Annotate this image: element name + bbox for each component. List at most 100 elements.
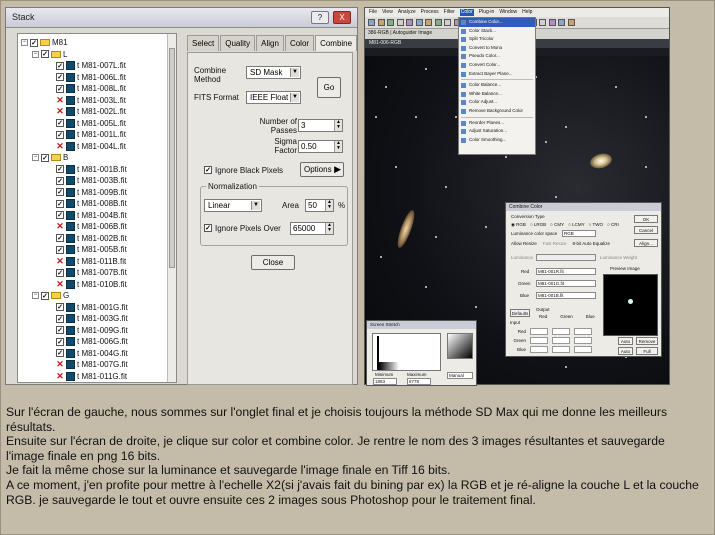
luminance-select[interactable]	[536, 254, 596, 261]
area-input[interactable]: 50 ▲ ▼	[305, 199, 334, 212]
red-file-select[interactable]: M81-001R.fit	[536, 268, 596, 275]
matrix-cell-input[interactable]	[530, 346, 548, 353]
tree-node[interactable]: ✓ t M81-009B.fit	[56, 187, 127, 198]
menu-help[interactable]: Help	[522, 9, 532, 16]
matrix-cell-input[interactable]	[552, 346, 570, 353]
menu-filter[interactable]: Filter	[444, 9, 455, 16]
full-screen-button[interactable]: Full Screen	[636, 347, 658, 361]
max-value-input[interactable]: 6778	[407, 378, 431, 385]
tree-node[interactable]: ✓ t M81-001L.fit	[56, 129, 126, 140]
color-menu-item[interactable]: Color Balance...	[459, 81, 535, 90]
stretch-mode-select[interactable]: Manual	[447, 372, 473, 379]
remove-button[interactable]: Remove	[636, 337, 658, 345]
matrix-cell-input[interactable]	[530, 337, 548, 344]
tree-scrollbar[interactable]	[167, 34, 176, 382]
close-window-button[interactable]: X	[333, 11, 351, 24]
menu-process[interactable]: Process	[421, 9, 439, 16]
green-file-select[interactable]: M81-001G.fit	[536, 280, 596, 287]
spinner-icon[interactable]: ▲ ▼	[325, 200, 333, 211]
toolbar-button-icon[interactable]	[444, 19, 451, 26]
expand-icon[interactable]: −	[21, 39, 28, 46]
tree-node[interactable]: − ✓ L	[32, 49, 67, 60]
expand-icon[interactable]: −	[32, 50, 39, 58]
tree-node[interactable]: ✓ t M81-007L.fit	[56, 60, 126, 71]
toolbar-button-icon[interactable]	[425, 19, 432, 26]
tree-node[interactable]: ✕ t M81-004L.fit	[56, 141, 126, 152]
color-menu-item[interactable]: Reorder Planes...	[459, 119, 535, 128]
tree-node[interactable]: ✓ t M81-004G.fit	[56, 348, 128, 359]
options-button[interactable]: Options ▶	[300, 162, 344, 177]
group-checkbox[interactable]: ✓	[41, 153, 49, 162]
tab-select[interactable]: Select	[187, 35, 220, 51]
tree-node[interactable]: ✓ t M81-001G.fit	[56, 302, 128, 313]
file-checkbox[interactable]: ✓	[56, 165, 64, 173]
color-menu-item[interactable]: Split Tricolor	[459, 35, 535, 44]
file-checkbox[interactable]: ✓	[56, 61, 64, 70]
conversion-type-lcmy[interactable]: ○ LCMY	[568, 222, 584, 228]
menu-analyze[interactable]: Analyze	[398, 9, 416, 16]
file-checkbox[interactable]: ✓	[56, 199, 64, 208]
color-menu-item[interactable]: Convert to Mono	[459, 44, 535, 53]
file-checkbox[interactable]: ✓	[56, 119, 64, 127]
toolbar-button-icon[interactable]	[368, 19, 375, 26]
expand-icon[interactable]: −	[32, 154, 39, 161]
color-menu-item[interactable]: Color Stack...	[459, 27, 535, 36]
tab-combine[interactable]: Combine	[315, 35, 358, 51]
defaults-button[interactable]: Defaults	[510, 309, 530, 317]
fits-format-select[interactable]: IEEE Float ▼	[246, 91, 301, 104]
auto-button[interactable]: Auto	[618, 337, 633, 345]
file-checkbox[interactable]: ✓	[56, 303, 64, 311]
file-checkbox[interactable]: ✓	[56, 176, 64, 185]
tree-node[interactable]: ✓ t M81-005B.fit	[56, 244, 127, 255]
spinner-icon[interactable]: ▲ ▼	[334, 141, 342, 152]
tree-node[interactable]: ✓ t M81-008B.fit	[56, 198, 127, 209]
conversion-type-cmy[interactable]: ○ CMY	[550, 222, 564, 228]
rejected-icon[interactable]: ✕	[56, 359, 64, 370]
tab-color[interactable]: Color	[284, 35, 315, 51]
toolbar-button-icon[interactable]	[548, 19, 556, 26]
tree-node[interactable]: ✓ t M81-007B.fit	[56, 267, 127, 278]
conversion-type-rgb[interactable]: ◉ RGB	[511, 222, 526, 228]
ignore-over-input[interactable]: 65000 ▲ ▼	[290, 222, 334, 235]
align-button[interactable]: Align...	[634, 239, 658, 247]
file-checkbox[interactable]: ✓	[56, 84, 64, 93]
toolbar-button-icon[interactable]	[396, 19, 404, 26]
toolbar-button-icon[interactable]	[387, 19, 394, 26]
tree-scroll-thumb[interactable]	[169, 48, 175, 268]
matrix-cell-input[interactable]	[530, 328, 548, 335]
conversion-type-two[interactable]: ○ TWO	[589, 222, 603, 228]
rejected-icon[interactable]: ✕	[56, 95, 64, 106]
menu-window[interactable]: Window	[499, 9, 517, 16]
spinner-icon[interactable]: ▲ ▼	[325, 223, 333, 234]
tree-node[interactable]: ✓ t M81-004B.fit	[56, 210, 127, 221]
color-menu-item[interactable]: White Balance...	[459, 90, 535, 99]
tree-node[interactable]: ✕ t M81-003L.fit	[56, 95, 126, 106]
tree-node[interactable]: ✓ t M81-006L.fit	[56, 72, 126, 83]
file-checkbox[interactable]: ✓	[56, 188, 64, 196]
tree-node[interactable]: ✕ t M81-006B.fit	[56, 221, 127, 232]
toolbar-button-icon[interactable]	[539, 19, 546, 26]
toolbar-button-icon[interactable]	[377, 19, 385, 26]
ignore-black-checkbox[interactable]: ✓	[204, 166, 212, 174]
matrix-cell-input[interactable]	[574, 328, 592, 335]
passes-input[interactable]: 3 ▲ ▼	[298, 119, 343, 132]
matrix-cell-input[interactable]	[552, 337, 570, 344]
rejected-icon[interactable]: ✕	[56, 141, 64, 152]
root-checkbox[interactable]: ✓	[30, 38, 38, 47]
color-menu-item[interactable]: Combine Color...	[459, 18, 535, 27]
color-menu-item[interactable]: Color Smoothing...	[459, 136, 535, 145]
combine-method-select[interactable]: SD Mask ▼	[246, 66, 301, 79]
color-space-select[interactable]: RGB	[562, 230, 596, 237]
conversion-type-cri[interactable]: ○ CRI	[607, 222, 619, 228]
file-checkbox[interactable]: ✓	[56, 73, 64, 81]
toolbar-button-icon[interactable]	[406, 19, 413, 26]
min-value-input[interactable]: 1883	[373, 378, 397, 385]
menu-plugin[interactable]: Plug-in	[479, 9, 495, 16]
file-checkbox[interactable]: ✓	[56, 234, 64, 242]
tree-node[interactable]: − ✓ B	[32, 152, 68, 163]
tree-node[interactable]: − ✓ G	[32, 290, 69, 301]
color-menu-item[interactable]: Remove Background Color	[459, 107, 535, 116]
group-checkbox[interactable]: ✓	[41, 50, 49, 58]
cancel-button[interactable]: Cancel	[634, 226, 658, 234]
file-checkbox[interactable]: ✓	[56, 314, 64, 323]
